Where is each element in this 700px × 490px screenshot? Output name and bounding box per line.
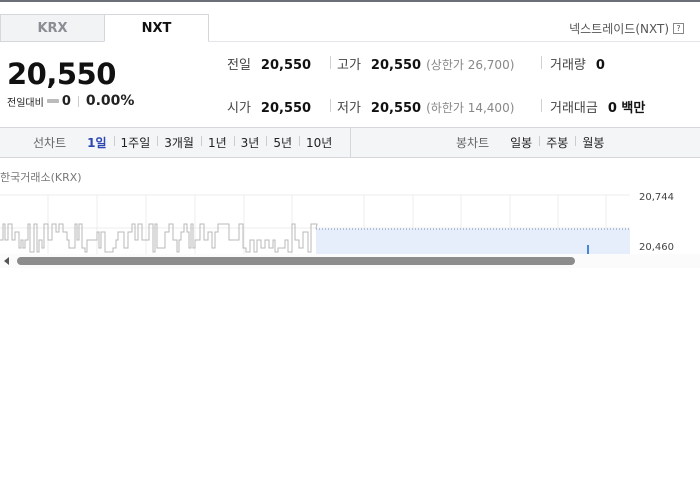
- divider: [330, 99, 331, 112]
- scroll-thumb[interactable]: [17, 257, 575, 265]
- stat-value: 20,550: [370, 101, 422, 116]
- change-row: 전일대비 0 0.00%: [7, 93, 134, 109]
- period-1w[interactable]: 1주일: [113, 134, 158, 151]
- stat-value: 0: [595, 58, 605, 73]
- stat-label: 거래대금: [550, 101, 598, 116]
- upper-limit: (상한가 26,700): [426, 58, 515, 72]
- divider: [541, 56, 542, 69]
- period-3y[interactable]: 3년: [233, 134, 267, 151]
- stat-value: 0 백만: [607, 101, 646, 116]
- market-name: 넥스트레이드(NXT): [569, 22, 669, 36]
- candle-daily[interactable]: 일봉: [503, 134, 539, 151]
- y-tick-label: 20,460: [639, 242, 674, 253]
- tab-underline: [208, 41, 700, 42]
- chart-gridlines: [0, 194, 630, 229]
- change-value: 0: [61, 93, 71, 109]
- stat-label: 고가: [337, 58, 361, 73]
- divider: [541, 99, 542, 112]
- y-tick-label: 20,744: [639, 192, 674, 203]
- period-1d[interactable]: 1일: [80, 134, 113, 151]
- divider: [77, 95, 79, 107]
- change-label: 전일대비: [7, 97, 44, 109]
- scroll-left-icon[interactable]: [4, 257, 9, 265]
- intraday-chart: 20,744 20,460: [0, 192, 674, 254]
- stat-label: 시가: [227, 101, 251, 116]
- line-chart-group: 선차트 1일 1주일 3개월 1년 3년 5년 10년: [33, 128, 339, 157]
- period-1y[interactable]: 1년: [200, 134, 234, 151]
- current-price: 20,550: [7, 57, 116, 91]
- candle-chart-label: 봉차트: [456, 136, 490, 150]
- tab-nxt[interactable]: NXT: [104, 14, 209, 42]
- stat-value: 20,550: [260, 58, 312, 73]
- lower-limit: (하한가 14,400): [426, 101, 515, 115]
- period-5y[interactable]: 5년: [266, 134, 299, 151]
- period-10y[interactable]: 10년: [299, 134, 339, 151]
- candle-chart-group: 봉차트 일봉 주봉 월봉: [456, 128, 611, 157]
- chart-source-caption: 한국거래소(KRX): [0, 171, 82, 184]
- stat-label: 저가: [337, 101, 361, 116]
- stat-amount: 거래대금 0 백만: [550, 97, 645, 116]
- stat-value: 20,550: [260, 101, 312, 116]
- candle-weekly[interactable]: 주봉: [539, 134, 575, 151]
- stat-label: 전일: [227, 58, 251, 73]
- divider: [330, 56, 331, 69]
- flat-icon: [46, 99, 59, 103]
- chart-toolbar: 선차트 1일 1주일 3개월 1년 3년 5년 10년 봉차트 일봉 주봉 월봉: [0, 127, 700, 158]
- stat-high: 고가 20,550 (상한가 26,700): [337, 54, 514, 73]
- stat-prev-close: 전일 20,550: [227, 54, 311, 73]
- help-icon[interactable]: ?: [673, 23, 684, 34]
- stat-open: 시가 20,550: [227, 97, 311, 116]
- stat-low: 저가 20,550 (하한가 14,400): [337, 97, 514, 116]
- candle-monthly[interactable]: 월봉: [575, 134, 611, 151]
- stat-label: 거래량: [550, 58, 586, 73]
- chart-area-fill: [316, 229, 630, 254]
- period-3m[interactable]: 3개월: [157, 134, 201, 151]
- market-label: 넥스트레이드(NXT) ?: [569, 20, 684, 37]
- change-percent: 0.00%: [85, 93, 135, 109]
- toolbar-divider: [350, 128, 351, 157]
- stat-value: 20,550: [370, 58, 422, 73]
- stat-volume: 거래량 0: [550, 54, 605, 73]
- chart-scrollbar[interactable]: [0, 254, 700, 268]
- top-border: [0, 0, 700, 2]
- tab-krx[interactable]: KRX: [0, 14, 105, 42]
- line-chart-label: 선차트: [33, 136, 67, 150]
